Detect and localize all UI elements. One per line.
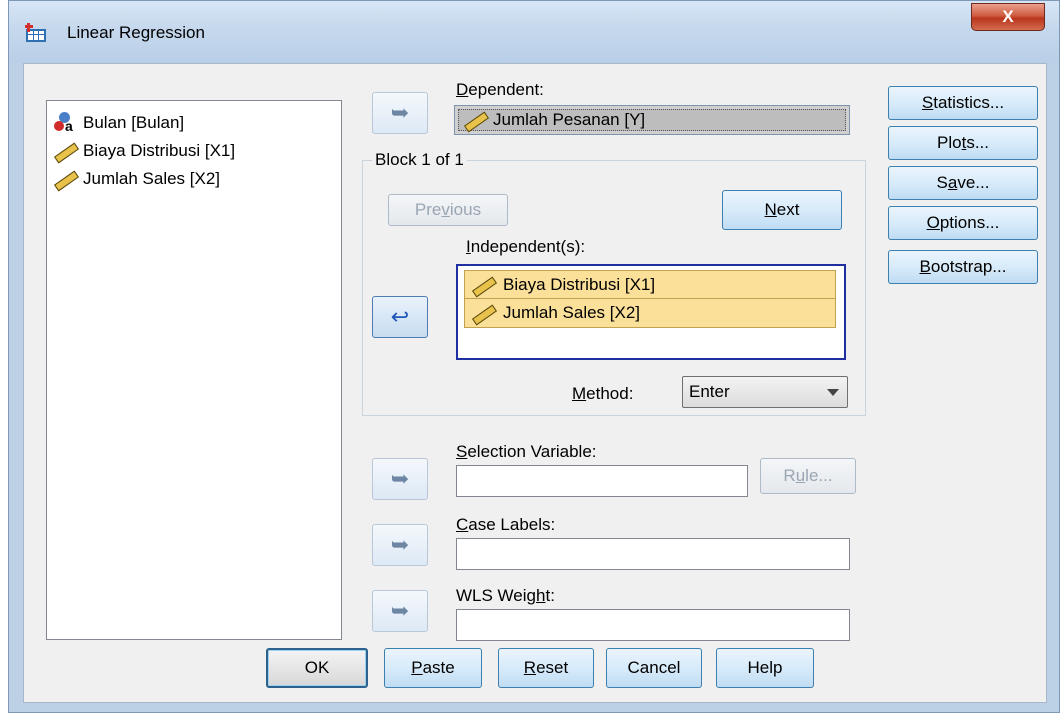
close-button[interactable]: X bbox=[971, 3, 1045, 31]
scale-ruler-icon bbox=[471, 306, 495, 320]
ok-label: OK bbox=[304, 658, 330, 677]
options-button[interactable]: Options... bbox=[888, 206, 1038, 240]
dependent-label: Dependent: bbox=[456, 80, 544, 99]
dependent-label-text: ependent: bbox=[468, 80, 544, 99]
dialog-window: Linear Regression X a Bulan [Bulan] Biay… bbox=[8, 0, 1060, 713]
variable-label: Bulan [Bulan] bbox=[83, 113, 185, 132]
arrow-left-icon: ↩ bbox=[390, 304, 410, 329]
nominal-variable-icon: a bbox=[53, 112, 77, 134]
paste-button[interactable]: Paste bbox=[384, 648, 482, 688]
cancel-button[interactable]: Cancel bbox=[606, 648, 702, 688]
help-label: Help bbox=[747, 658, 783, 677]
help-button[interactable]: Help bbox=[716, 648, 814, 688]
cancel-label: Cancel bbox=[627, 658, 681, 677]
arrow-right-icon: ➥ bbox=[390, 532, 410, 557]
case-labels-field[interactable] bbox=[456, 538, 850, 570]
move-to-wls-weight-button[interactable]: ➥ bbox=[372, 590, 428, 632]
independent-label: Biaya Distribusi [X1] bbox=[503, 275, 656, 294]
move-to-selection-button[interactable]: ➥ bbox=[372, 458, 428, 500]
close-icon: X bbox=[1002, 7, 1014, 26]
scale-ruler-icon bbox=[463, 113, 487, 127]
independent-label: Jumlah Sales [X2] bbox=[503, 303, 641, 322]
dependent-field[interactable]: Jumlah Pesanan [Y] bbox=[454, 105, 850, 135]
save-button[interactable]: Sa ve... bbox=[888, 166, 1038, 200]
list-item[interactable]: Jumlah Sales [X2] bbox=[53, 167, 220, 191]
arrow-right-icon: ➥ bbox=[390, 598, 410, 623]
title-bar[interactable]: Linear Regression X bbox=[9, 1, 1059, 63]
reset-button[interactable]: Reset bbox=[498, 648, 594, 688]
scale-ruler-icon bbox=[53, 172, 77, 186]
dependent-value-text: Jumlah Pesanan [Y] bbox=[493, 110, 646, 129]
list-item[interactable]: Biaya Distribusi [X1] bbox=[464, 270, 836, 300]
chevron-down-icon bbox=[827, 388, 839, 396]
rule-button[interactable]: Ru le... bbox=[760, 458, 856, 494]
list-item[interactable]: Biaya Distribusi [X1] bbox=[53, 139, 235, 163]
case-labels-label: Case Labels: bbox=[456, 515, 556, 534]
bootstrap-button[interactable]: Bootstrap... bbox=[888, 250, 1038, 284]
previous-button[interactable]: Pre v ious bbox=[388, 194, 508, 226]
move-to-independents-button[interactable]: ↩ bbox=[372, 296, 428, 338]
variable-label: Jumlah Sales [X2] bbox=[83, 169, 221, 188]
scale-ruler-icon bbox=[471, 278, 495, 292]
wls-weight-label: WLS Weight: bbox=[456, 586, 555, 605]
block-legend: Block 1 of 1 bbox=[372, 150, 467, 170]
arrow-right-icon: ➥ bbox=[390, 466, 410, 491]
next-button[interactable]: Next bbox=[722, 190, 842, 230]
dialog-content: a Bulan [Bulan] Biaya Distribusi [X1] Ju… bbox=[23, 63, 1047, 703]
list-item[interactable]: Jumlah Sales [X2] bbox=[464, 298, 836, 328]
selection-variable-field[interactable] bbox=[456, 465, 748, 497]
spss-app-icon bbox=[25, 23, 46, 42]
method-select[interactable]: Enter bbox=[682, 376, 848, 408]
move-to-dependent-button[interactable]: ➥ bbox=[372, 92, 428, 134]
selection-variable-label: Selection Variable: bbox=[456, 442, 597, 461]
independents-list[interactable]: Biaya Distribusi [X1] Jumlah Sales [X2] bbox=[456, 264, 846, 360]
statistics-button[interactable]: Statistics... bbox=[888, 86, 1038, 120]
variable-label: Biaya Distribusi [X1] bbox=[83, 141, 236, 160]
plots-button[interactable]: Plo t s... bbox=[888, 126, 1038, 160]
ok-button[interactable]: OK bbox=[266, 648, 368, 688]
method-label: Method: bbox=[572, 384, 634, 403]
window-title: Linear Regression bbox=[67, 23, 205, 42]
move-to-case-labels-button[interactable]: ➥ bbox=[372, 524, 428, 566]
dependent-value: Jumlah Pesanan [Y] bbox=[458, 109, 846, 131]
source-variable-list[interactable]: a Bulan [Bulan] Biaya Distribusi [X1] Ju… bbox=[46, 100, 342, 640]
method-value: Enter bbox=[689, 382, 730, 401]
wls-weight-field[interactable] bbox=[456, 609, 850, 641]
scale-ruler-icon bbox=[53, 144, 77, 158]
arrow-right-icon: ➥ bbox=[390, 100, 410, 125]
list-item[interactable]: a Bulan [Bulan] bbox=[53, 111, 184, 135]
independents-label: Independent(s): bbox=[466, 237, 586, 256]
